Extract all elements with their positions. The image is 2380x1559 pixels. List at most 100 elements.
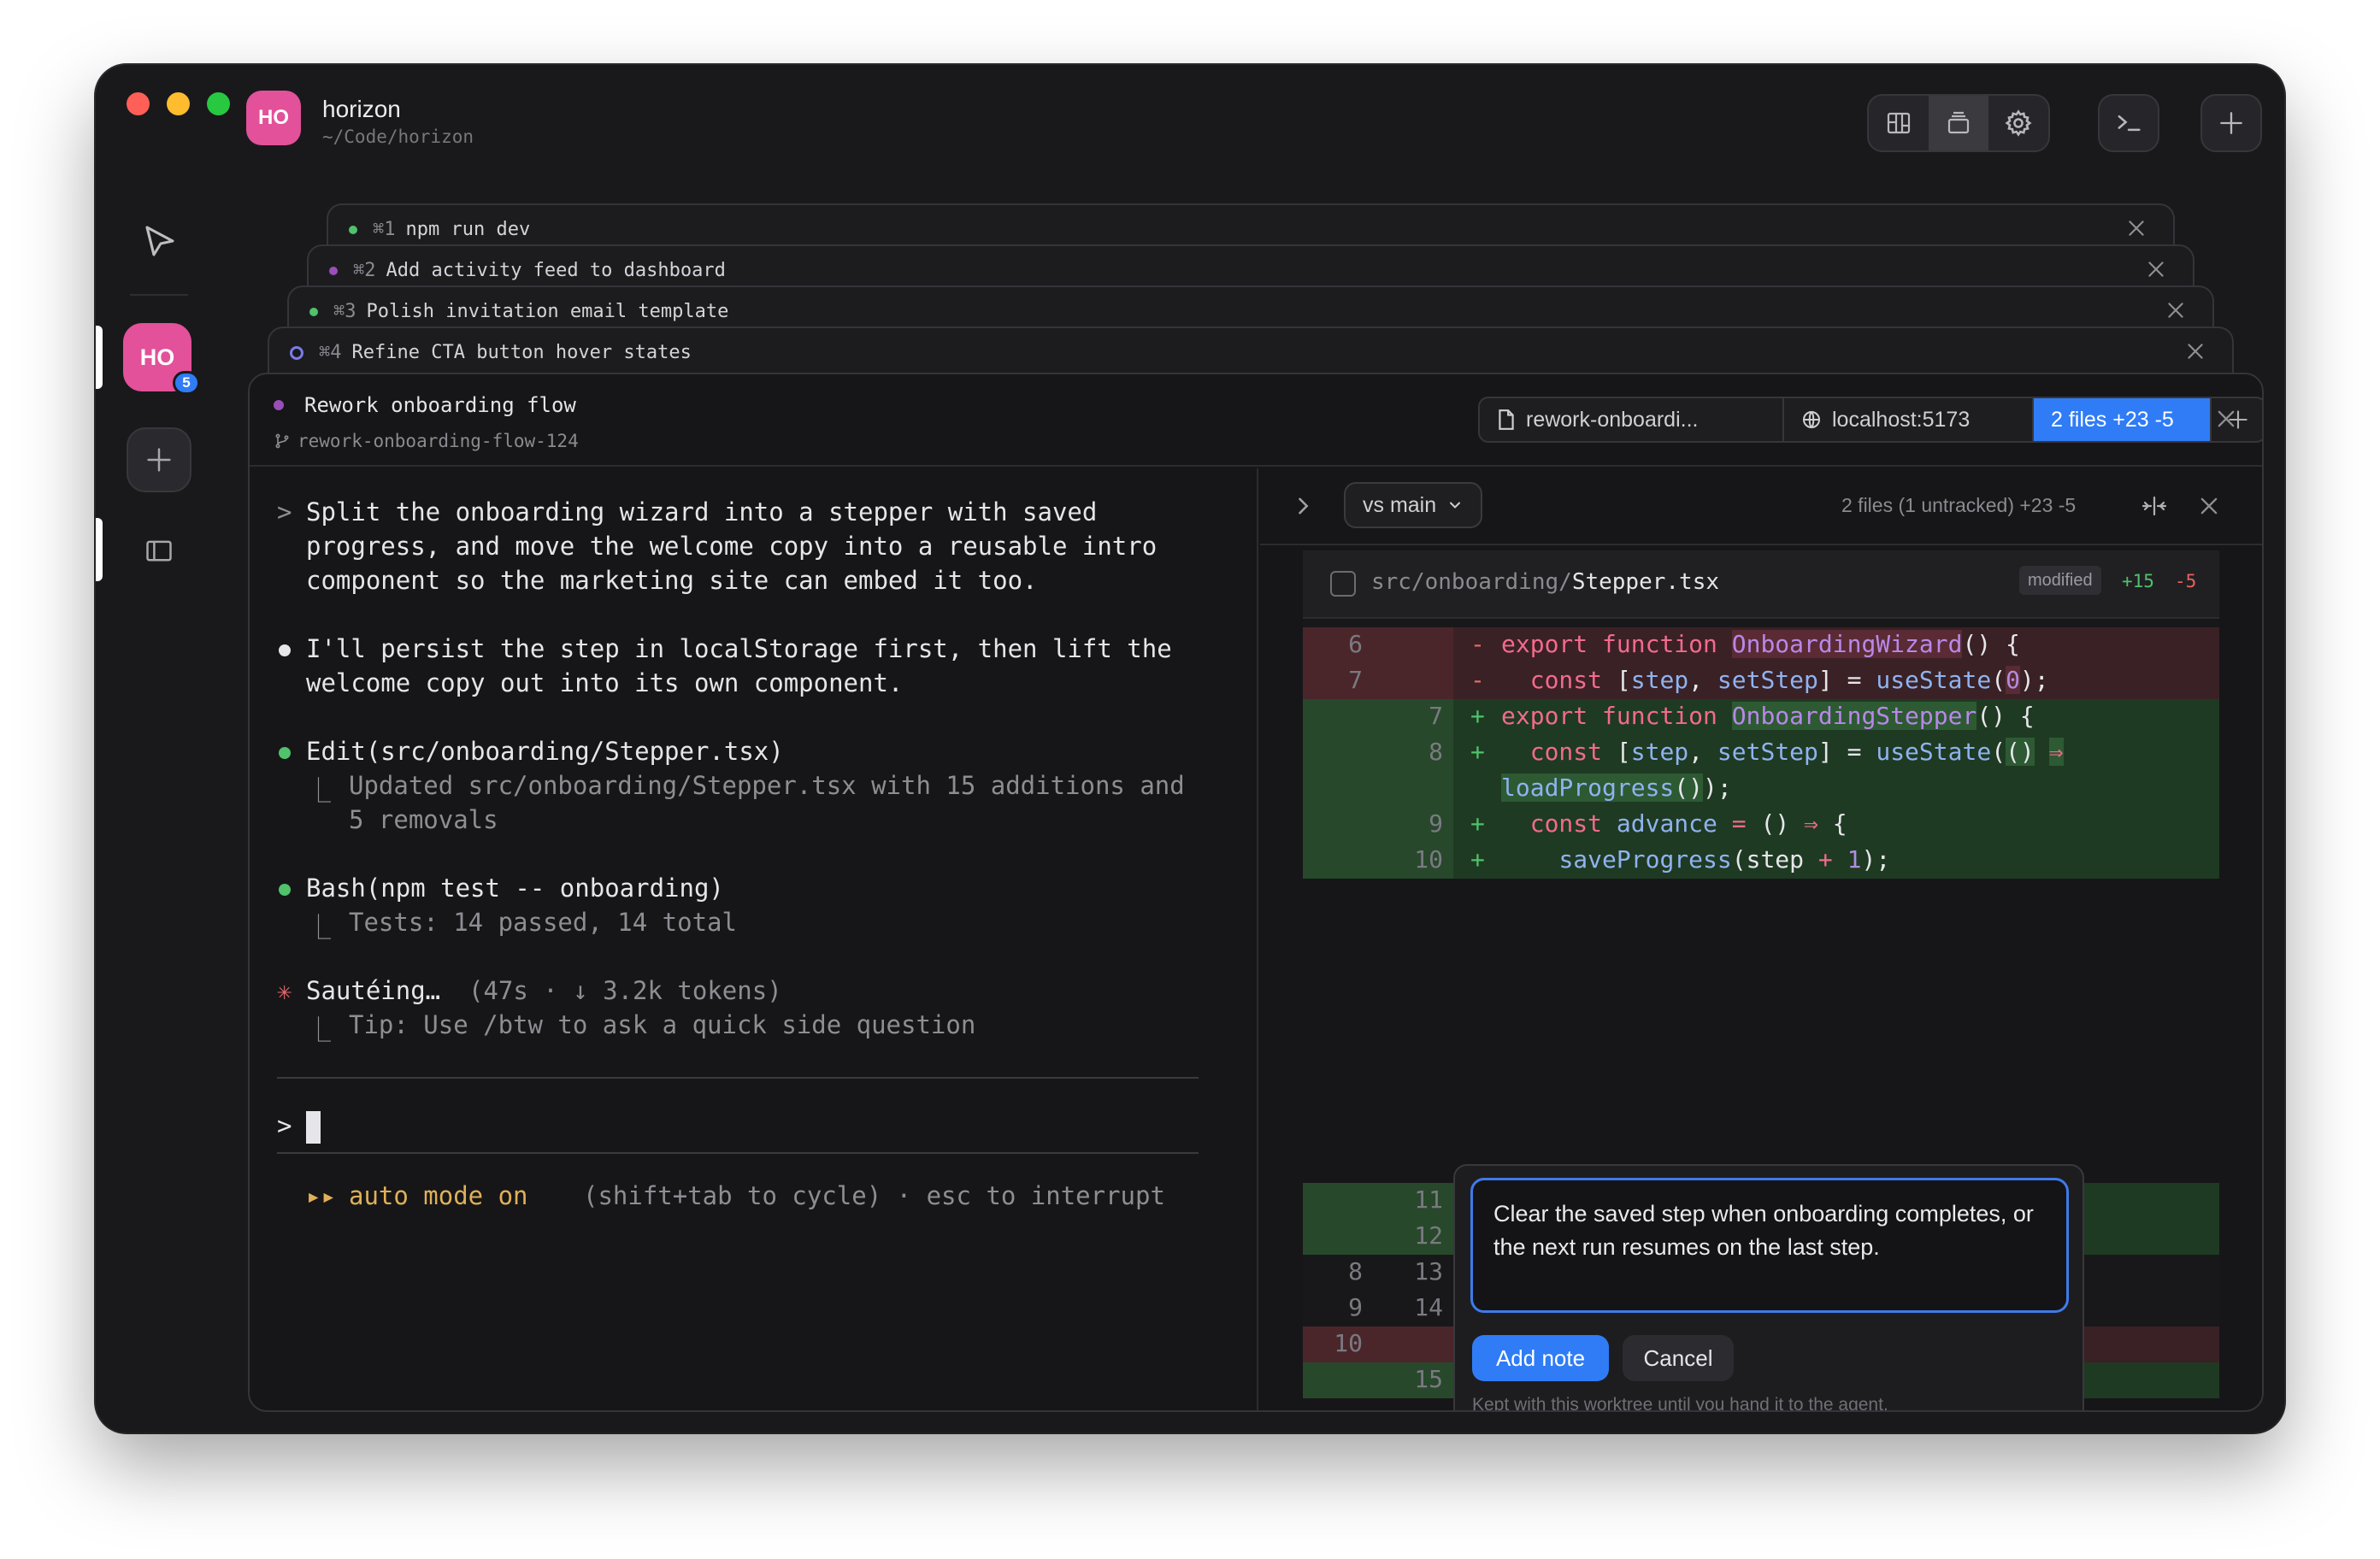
tab-shortcut: ⌘3 [333,301,356,322]
changes-button[interactable]: 2 files +23 -5 [2034,398,2212,441]
diff-line[interactable]: 6 - export function OnboardingWizard() { [1303,627,2219,663]
changes-label: 2 files +23 -5 [2051,407,2174,432]
chevron-right-icon[interactable] [1291,494,1315,518]
file-additions: +15 [2122,571,2154,591]
rail-divider [130,294,188,296]
app-window: HO horizon ~/Code/horizon HO 5 ⌘1 npm ru… [96,65,2284,1433]
close-icon[interactable] [2125,217,2147,239]
app-logo[interactable] [127,209,191,274]
agent-reply-line: welcome copy out into its own component. [306,668,904,697]
file-deletions: -5 [2175,571,2197,591]
server-button[interactable]: localhost:5173 [1784,398,2034,441]
project-avatar[interactable]: HO [246,91,301,145]
compare-dropdown[interactable]: vs main [1344,482,1483,528]
worktree-button[interactable]: rework-onboardi... [1480,398,1784,441]
plus-icon [2220,112,2242,134]
file-viewed-checkbox[interactable] [1330,571,1356,597]
tab-shortcut: ⌘2 [353,260,376,281]
settings-button[interactable] [1988,96,2048,150]
mode-arrows: ▸▸ [306,1181,336,1210]
edit-tool-title: Edit(src/onboarding/Stepper.tsx) [306,737,784,766]
close-icon[interactable] [2145,258,2167,280]
rail-active-indicator [96,518,103,581]
agent-reply-line: I'll persist the step in localStorage fi… [306,634,1172,663]
new-session-button[interactable] [2200,94,2262,152]
bash-tool-title: Bash(npm test -- onboarding) [306,874,724,903]
tab-shortcut: ⌘1 [373,219,396,240]
diff-line[interactable]: 10 + saveProgress(step + 1); [1303,843,2219,879]
input-divider [277,1077,1199,1079]
toggle-sidebar-button[interactable] [127,518,191,583]
edit-result-line: Updated src/onboarding/Stepper.tsx with … [349,771,1185,800]
globe-icon [1803,411,1820,428]
logo-icon [145,226,174,256]
minimize-window-button[interactable] [167,92,190,115]
status-dot [349,225,357,234]
tab-label: Polish invitation email template [366,301,729,322]
server-label: localhost:5173 [1832,407,1971,432]
reply-bullet [279,644,291,656]
board-view-button[interactable] [1869,96,1929,150]
session-controls: rework-onboardi... localhost:5173 2 file… [1478,397,2262,443]
diff-line[interactable]: 7 + export function OnboardingStepper() … [1303,699,2219,735]
plus-icon [147,448,171,472]
status-dot [329,266,338,275]
split-view-icon[interactable] [2141,492,2168,520]
close-window-button[interactable] [127,92,150,115]
terminal-icon [2118,115,2141,132]
mode-label[interactable]: auto mode on [349,1181,528,1210]
file-path: src/onboarding/Stepper.tsx [1371,569,1719,595]
close-icon[interactable] [2197,494,2221,518]
chevron-down-icon [1450,502,1461,509]
input-prompt-marker: > [277,1111,292,1140]
close-icon[interactable] [2184,340,2206,362]
session-title: Rework onboarding flow [304,393,576,417]
comment-gap [1303,879,2219,1178]
diff-toolbar: vs main 2 files (1 untracked) +23 -5 [1260,468,2262,545]
zoom-window-button[interactable] [207,92,230,115]
bash-result: Tests: 14 passed, 14 total [349,908,737,937]
status-word: Sautéing… [306,976,441,1005]
session-header: Rework onboarding flow rework-onboarding… [250,374,2262,467]
diff-summary: 2 files (1 untracked) +23 -5 [1841,494,2077,516]
add-note-button[interactable]: Add note [1472,1335,1609,1381]
close-icon[interactable] [2214,407,2238,431]
tab-label: Add activity feed to dashboard [386,260,726,281]
edit-result-line: 5 removals [349,805,498,834]
diff-line[interactable]: 8 + const [step, setStep] = useState(() … [1303,735,2219,771]
mode-hint: (shift+tab to cycle) · esc to interrupt [583,1181,1165,1210]
stack-view-button[interactable] [1929,96,1988,150]
cancel-button[interactable]: Cancel [1623,1335,1734,1381]
branch-name: rework-onboarding-flow-124 [298,431,579,451]
worktree-label: rework-onboardi... [1526,407,1699,432]
close-icon[interactable] [2165,299,2187,321]
compare-label: vs main [1363,492,1437,517]
rail-active-indicator [96,326,103,389]
diff-line[interactable]: 9 + const advance = () ⇒ { [1303,807,2219,843]
diff-line[interactable]: 7 - const [step, setStep] = useState(0); [1303,663,2219,699]
stack-icon [1947,111,1970,134]
view-toolbar [1867,94,2050,152]
tip-text: Tip: Use /btw to ask a quick side questi… [349,1010,976,1039]
status-dot [309,307,318,316]
chat-input-cursor[interactable] [306,1111,321,1144]
branch-icon [275,433,289,449]
note-textarea[interactable]: Clear the saved step when onboarding com… [1470,1178,2069,1313]
terminal-button[interactable] [2098,94,2159,152]
add-project-button[interactable] [127,427,191,492]
user-prompt-line: component so the marketing site can embe… [306,566,1038,595]
sidebar-icon [146,540,172,562]
success-bullet [279,884,291,896]
window-controls [127,92,230,115]
input-divider [277,1152,1199,1154]
diff-line[interactable]: loadProgress()); [1303,771,2219,807]
diff-line-fold [1303,621,2219,627]
file-header: src/onboarding/Stepper.tsx modified +15 … [1303,550,2219,619]
status-ring [290,345,303,360]
prompt-marker: > [277,497,292,527]
file-name: Stepper.tsx [1571,569,1719,595]
tab-label: npm run dev [405,219,531,240]
file-icon [1499,409,1514,430]
project-name: horizon [322,96,401,122]
status-dot [274,400,284,410]
